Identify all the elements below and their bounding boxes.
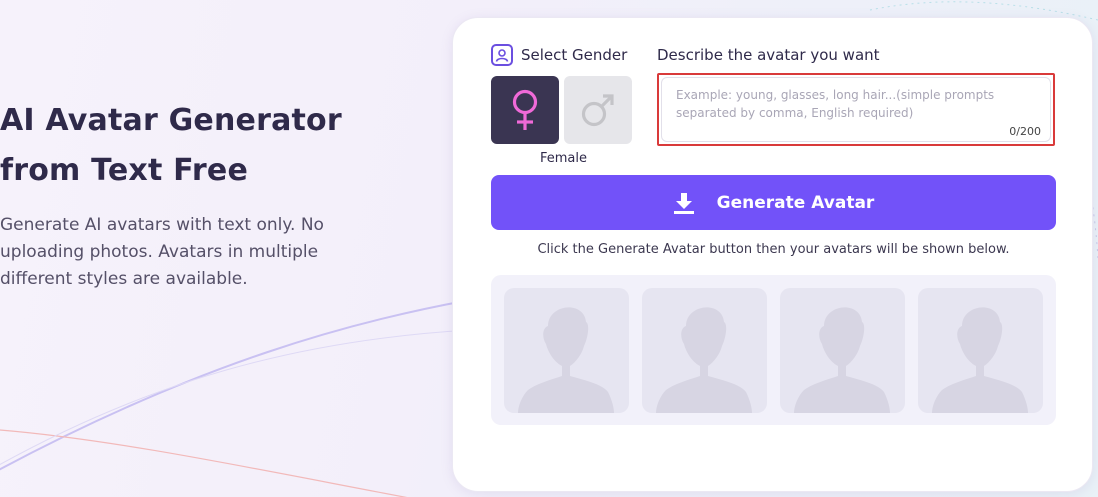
avatar-placeholder: [642, 288, 767, 413]
avatar-silhouette-icon: [518, 307, 614, 413]
avatar-gallery: [491, 275, 1056, 425]
female-symbol-icon: [512, 89, 538, 130]
describe-label: Describe the avatar you want: [657, 46, 880, 64]
character-counter: 0/200: [1009, 125, 1041, 138]
select-gender-label: Select Gender: [521, 46, 628, 64]
avatar-prompt-input[interactable]: [661, 77, 1051, 142]
selected-gender-caption: Female: [539, 151, 587, 166]
download-icon: [673, 192, 694, 214]
prompt-highlight-box: 0/200: [657, 73, 1055, 146]
generate-hint: Click the Generate Avatar button then yo…: [537, 242, 1010, 257]
hero-section: AI Avatar Generator from Text Free Gener…: [0, 96, 420, 293]
avatar-silhouette-icon: [794, 307, 890, 413]
avatar-placeholder: [780, 288, 905, 413]
avatar-placeholder: [504, 288, 629, 413]
generator-card: Select Gender Female Describe the avatar…: [452, 17, 1093, 492]
user-icon: [491, 44, 513, 66]
gender-option-male[interactable]: [564, 76, 632, 144]
avatar-silhouette-icon: [656, 307, 752, 413]
avatar-silhouette-icon: [932, 307, 1028, 413]
page-title: AI Avatar Generator from Text Free: [0, 96, 420, 196]
hero-description: Generate AI avatars with text only. No u…: [0, 215, 324, 289]
gender-option-female[interactable]: [491, 76, 559, 144]
avatar-placeholder: [918, 288, 1043, 413]
gender-header: Select Gender: [491, 44, 627, 66]
male-symbol-icon: [581, 94, 614, 127]
generate-avatar-label: Generate Avatar: [716, 192, 875, 213]
title-line-2: from Text Free: [0, 153, 248, 188]
title-line-1: AI Avatar Generator: [0, 103, 342, 138]
generate-avatar-button[interactable]: Generate Avatar: [491, 175, 1056, 230]
